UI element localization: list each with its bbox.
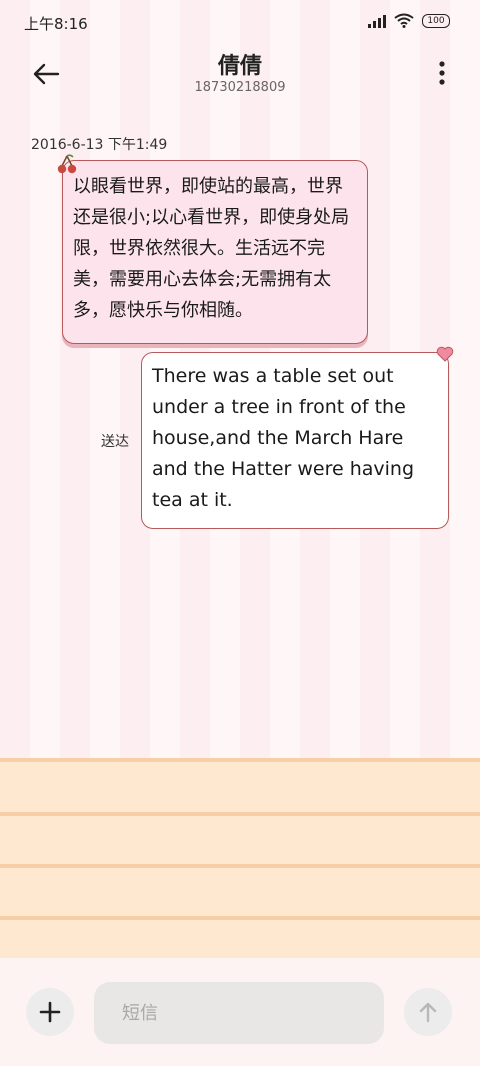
incoming-message-bubble[interactable]: 以眼看世界，即使站的最高，世界还是很小;以心看世界，即使身处局限，世界依然很大。… (62, 160, 368, 344)
status-time: 上午8:16 (24, 15, 88, 33)
lined-paper-background (0, 758, 480, 958)
message-input[interactable] (94, 982, 384, 1044)
heart-icon (436, 346, 454, 362)
status-icons: 100 (368, 13, 450, 28)
send-button[interactable] (404, 988, 452, 1036)
send-arrow-icon (419, 1002, 437, 1023)
wifi-icon (394, 13, 414, 28)
cherry-icon (57, 154, 77, 174)
battery-icon: 100 (422, 13, 450, 28)
conversation-header: 倩倩 18730218809 (0, 44, 480, 114)
delivery-status: 送达 (101, 434, 129, 450)
incoming-message-text: 以眼看世界，即使站的最高，世界还是很小;以心看世界，即使身处局限，世界依然很大。… (73, 176, 350, 321)
signal-icon (368, 14, 386, 28)
message-timestamp: 2016-6-13 下午1:49 (31, 137, 168, 153)
more-vertical-icon[interactable] (432, 58, 452, 88)
plus-icon (39, 1001, 61, 1023)
contact-name: 倩倩 (217, 54, 262, 79)
composer-bar (0, 958, 480, 1066)
outgoing-message-text: There was a table set out under a tree i… (152, 365, 415, 511)
outgoing-message-bubble[interactable]: There was a table set out under a tree i… (141, 352, 449, 529)
contact-number: 18730218809 (194, 80, 286, 95)
status-bar: 上午8:16 100 (0, 0, 480, 44)
add-attachment-button[interactable] (26, 988, 74, 1036)
